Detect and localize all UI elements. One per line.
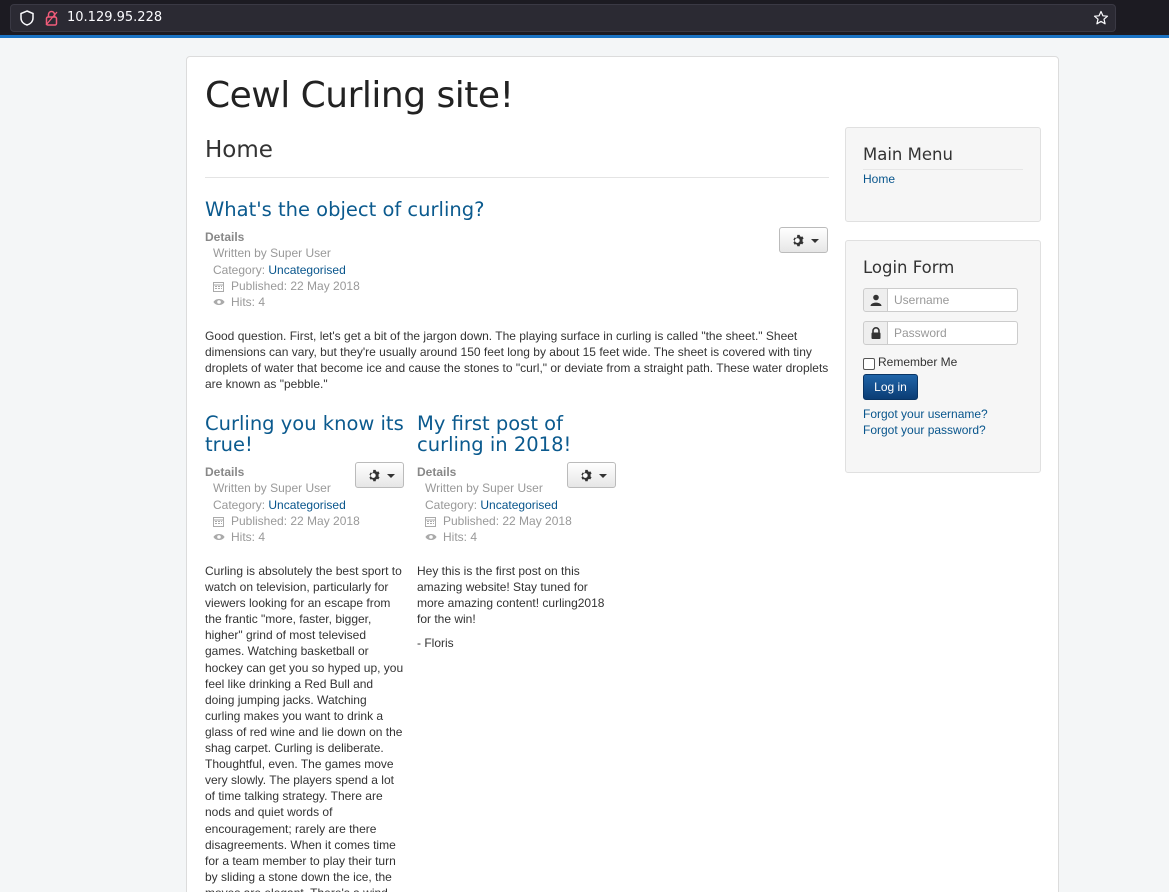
details-label: Details	[205, 465, 245, 479]
category-link[interactable]: Uncategorised	[268, 498, 345, 512]
bookmark-star-icon[interactable]	[1093, 10, 1109, 26]
user-icon	[870, 294, 882, 306]
category-row: Category: Uncategorised	[417, 497, 617, 513]
page-container: Cewl Curling site! Home What's the objec…	[186, 56, 1059, 892]
url-bar[interactable]: 10.129.95.228	[10, 4, 1116, 32]
password-group	[863, 321, 1018, 345]
hits-text: Hits: 4	[231, 530, 266, 545]
forgot-username-link[interactable]: Forgot your username?	[863, 407, 988, 421]
hits-row: Hits: 4	[417, 529, 617, 545]
category-row: Category: Uncategorised	[205, 497, 405, 513]
lock-icon	[871, 327, 881, 339]
url-text[interactable]: 10.129.95.228	[67, 10, 162, 25]
category-label: Category:	[425, 497, 478, 512]
calendar-icon	[213, 281, 224, 292]
divider	[863, 169, 1023, 170]
article-tools-button[interactable]	[779, 227, 828, 253]
browser-toolbar: 10.129.95.228	[0, 0, 1169, 36]
article-body: Hey this is the first post on this amazi…	[417, 564, 605, 627]
main-menu-module: Main Menu Home	[845, 127, 1041, 222]
author-text: Written by Super User	[213, 246, 331, 261]
main-menu-title: Main Menu	[863, 145, 953, 164]
divider	[205, 177, 829, 178]
chevron-down-icon	[811, 239, 819, 243]
password-input[interactable]	[887, 321, 1018, 345]
insecure-lock-icon[interactable]	[45, 10, 58, 26]
calendar-icon	[213, 516, 224, 527]
details-label: Details	[205, 230, 245, 244]
login-button[interactable]: Log in	[863, 374, 918, 400]
remember-me-label[interactable]: Remember Me	[878, 355, 957, 369]
user-icon-addon	[863, 288, 888, 312]
details-label: Details	[417, 465, 457, 479]
article-details: Details Written by Super User Category: …	[205, 464, 405, 545]
eye-icon	[425, 534, 437, 541]
hits-text: Hits: 4	[231, 295, 266, 310]
gear-icon	[793, 234, 804, 247]
remember-me-checkbox[interactable]	[863, 358, 875, 370]
article-body: Curling is absolutely the best sport to …	[205, 564, 404, 892]
hits-text: Hits: 4	[443, 530, 478, 545]
published-row: Published: 22 May 2018	[205, 513, 405, 529]
login-form-title: Login Form	[863, 258, 955, 277]
shield-icon[interactable]	[20, 10, 34, 26]
article-title-object-of-curling[interactable]: What's the object of curling?	[205, 199, 805, 220]
username-input[interactable]	[887, 288, 1018, 312]
category-link[interactable]: Uncategorised	[268, 263, 345, 277]
category-label: Category:	[213, 262, 266, 277]
eye-icon	[213, 299, 225, 306]
toolbar-accent-line	[0, 35, 1169, 38]
published-text: Published: 22 May 2018	[231, 278, 360, 293]
article-title-curling-you-know[interactable]: Curling you know its true!	[205, 413, 405, 455]
username-group	[863, 288, 1018, 312]
published-row: Published: 22 May 2018	[205, 278, 605, 294]
login-form-module: Login Form Remember Me Log in Forgot you…	[845, 240, 1041, 473]
author-text: Written by Super User	[425, 481, 543, 496]
lock-icon-addon	[863, 321, 888, 345]
forgot-password-link[interactable]: Forgot your password?	[863, 423, 986, 437]
published-text: Published: 22 May 2018	[231, 513, 360, 528]
published-row: Published: 22 May 2018	[417, 513, 617, 529]
article-details: Details Written by Super User Category: …	[417, 464, 617, 545]
menu-item-home[interactable]: Home	[863, 172, 895, 186]
eye-icon	[213, 534, 225, 541]
hits-row: Hits: 4	[205, 529, 405, 545]
category-label: Category:	[213, 497, 266, 512]
article-details: Details Written by Super User Category: …	[205, 229, 605, 310]
calendar-icon	[425, 516, 436, 527]
site-title[interactable]: Cewl Curling site!	[205, 75, 514, 116]
category-link[interactable]: Uncategorised	[480, 498, 557, 512]
article-signature: - Floris	[417, 636, 454, 650]
page-heading: Home	[205, 137, 273, 163]
author-text: Written by Super User	[213, 481, 331, 496]
article-body: Good question. First, let's get a bit of…	[205, 329, 829, 392]
article-title-first-post[interactable]: My first post of curling in 2018!	[417, 413, 607, 455]
published-text: Published: 22 May 2018	[443, 513, 572, 528]
hits-row: Hits: 4	[205, 294, 605, 310]
category-row: Category: Uncategorised	[205, 262, 605, 278]
